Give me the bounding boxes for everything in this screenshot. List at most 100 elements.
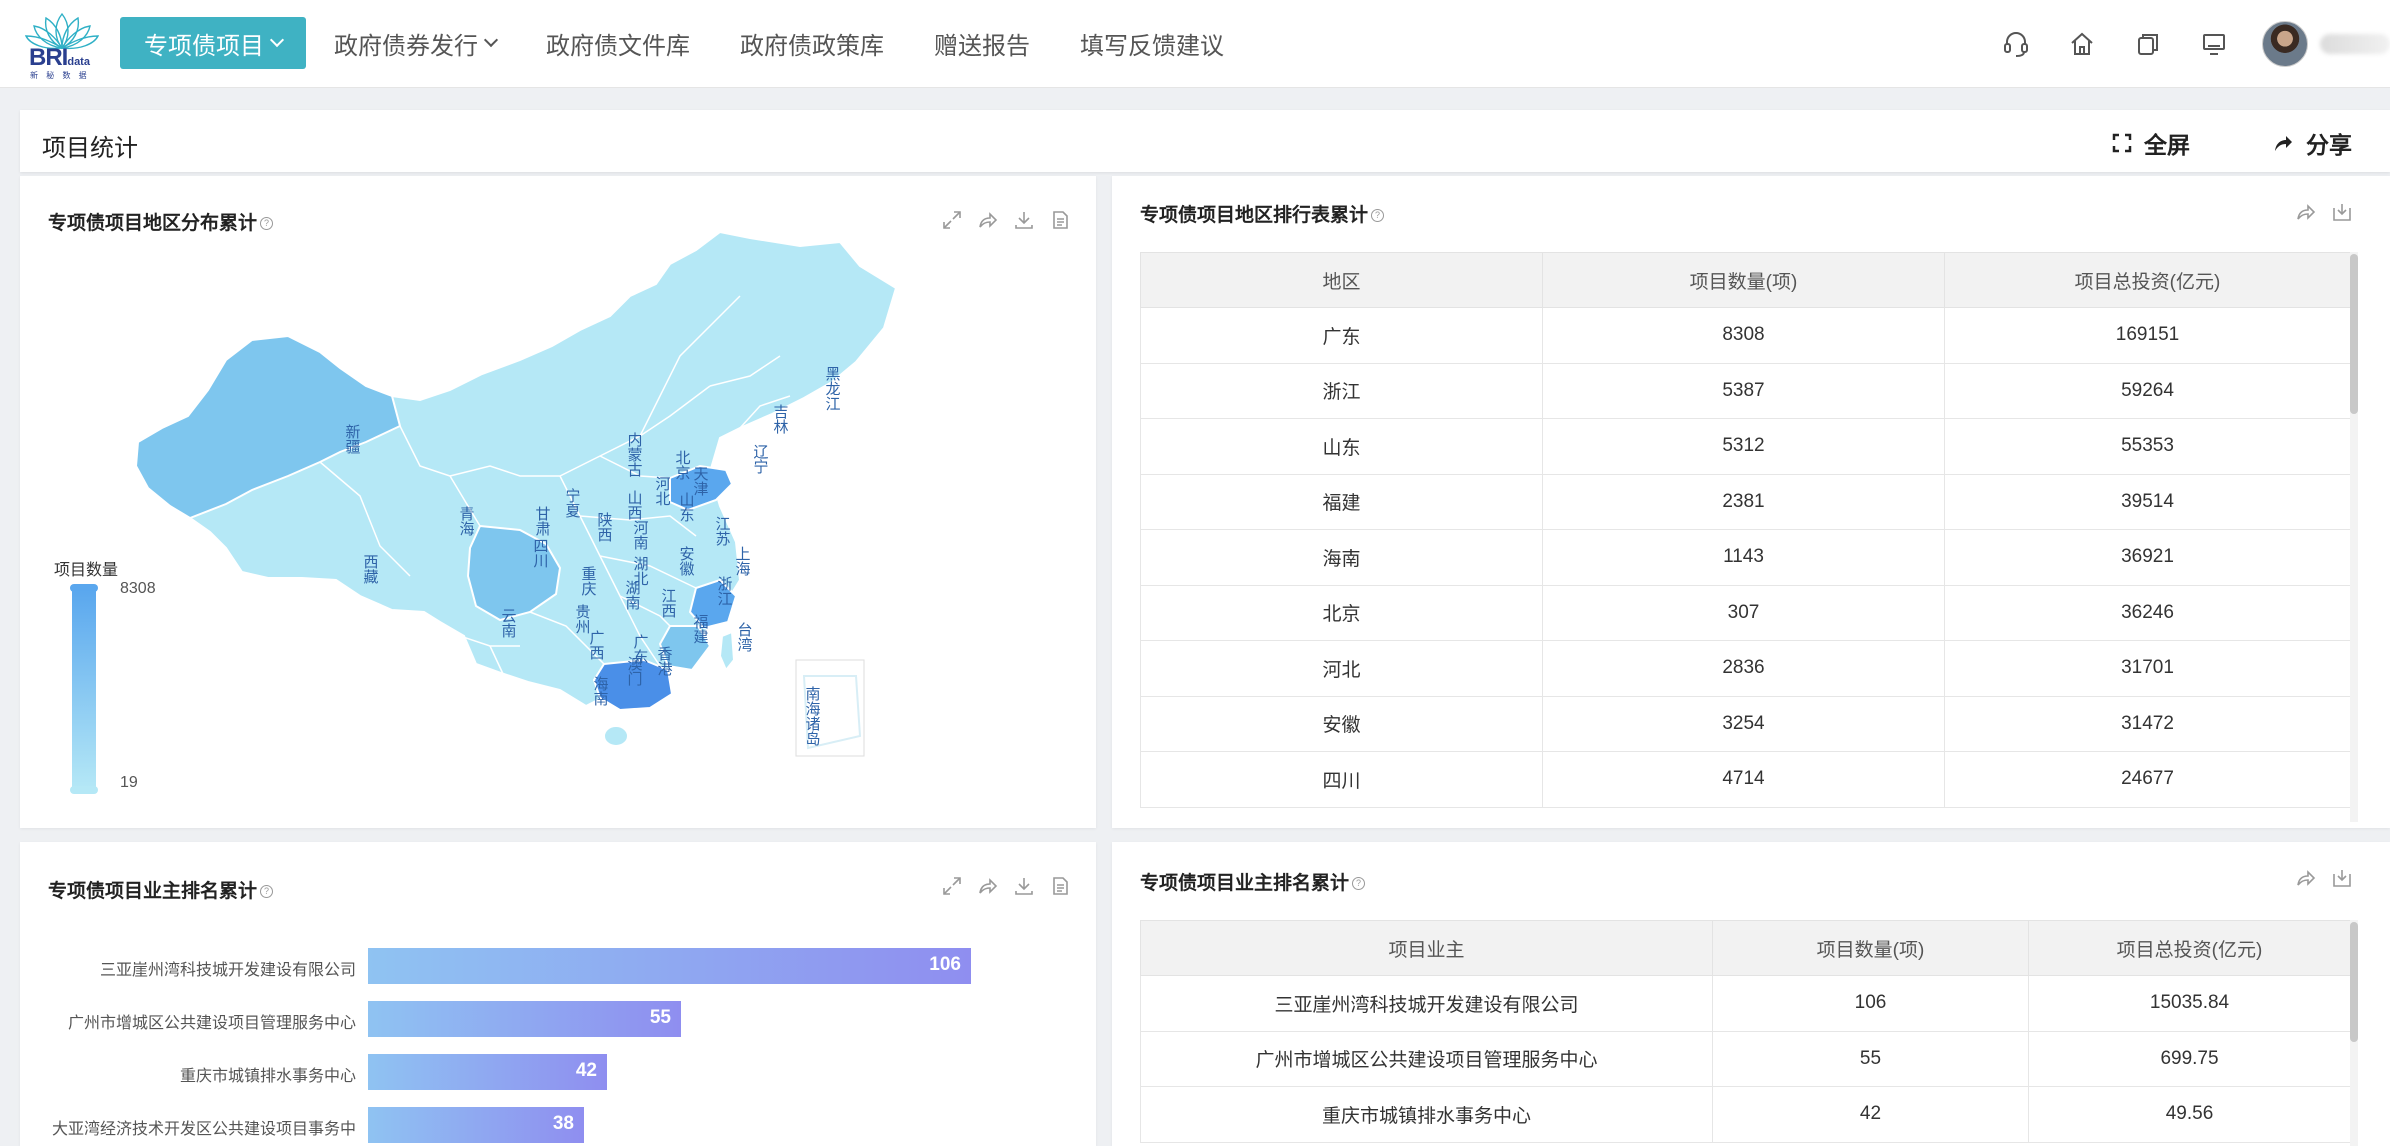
column-header-total-investment[interactable]: 项目总投资(亿元) — [1944, 252, 2351, 308]
export-icon[interactable] — [2332, 868, 2352, 888]
owner-scrollbar-thumb[interactable] — [2350, 922, 2358, 1042]
share-icon[interactable] — [2296, 868, 2316, 888]
province-label[interactable]: 上海 — [734, 546, 751, 576]
column-header-region[interactable]: 地区 — [1140, 252, 1543, 308]
help-icon[interactable]: ? — [1371, 209, 1385, 223]
column-header-project-count[interactable]: 项目数量(项) — [1712, 920, 2029, 976]
table-row[interactable]: 山东 5312 55353 — [1140, 418, 2351, 475]
province-label[interactable]: 南海诸岛 — [804, 686, 821, 746]
table-cell: 59264 — [1944, 362, 2351, 419]
province-label[interactable]: 山东 — [678, 492, 695, 522]
share-icon[interactable] — [2296, 202, 2316, 222]
customer-service-icon[interactable] — [1998, 26, 2034, 62]
nav-gov-bond-policies[interactable]: 政府债政策库 — [740, 17, 884, 69]
table-cell: 3254 — [1542, 695, 1945, 752]
top-nav: BRIdata 新 秘 数 据 专项债项目 政府债券发行 政府债文件库 政府债政… — [0, 0, 2390, 88]
column-header-total-investment[interactable]: 项目总投资(亿元) — [2028, 920, 2351, 976]
export-icon[interactable] — [2332, 202, 2352, 222]
logo-small-text: data — [67, 56, 90, 68]
table-row[interactable]: 广东 8308 169151 — [1140, 307, 2351, 364]
province-label[interactable]: 江苏 — [714, 516, 731, 547]
province-label[interactable]: 吉林 — [772, 404, 789, 434]
owner-tools — [2280, 868, 2352, 888]
legend-max-value: 8308 — [120, 580, 156, 597]
rank-scrollbar-thumb[interactable] — [2350, 254, 2358, 414]
province-label[interactable]: 辽宁 — [752, 444, 769, 474]
province-label[interactable]: 山西 — [626, 490, 643, 520]
table-row[interactable]: 河北 2836 31701 — [1140, 640, 2351, 697]
nav-gift-reports[interactable]: 赠送报告 — [934, 17, 1030, 69]
legend-min-handle[interactable] — [70, 786, 98, 794]
province-label[interactable]: 西藏 — [362, 554, 379, 585]
bar-mark[interactable]: 42 — [368, 1054, 607, 1090]
table-cell: 4714 — [1542, 751, 1945, 808]
province-label[interactable]: 云南 — [500, 608, 517, 638]
data-view-icon[interactable] — [1050, 876, 1070, 896]
map-region-hainan[interactable] — [603, 725, 629, 747]
bar-category-label: 重庆市城镇排水事务中心 — [179, 1068, 356, 1085]
province-label[interactable]: 澳门 — [626, 656, 643, 687]
province-label[interactable]: 浙江 — [716, 576, 733, 606]
owner-panel-title: 专项债项目业主排名累计? — [1140, 868, 1366, 895]
nav-gov-bond-documents[interactable]: 政府债文件库 — [546, 17, 690, 69]
province-label[interactable]: 广西 — [588, 630, 605, 660]
avatar[interactable] — [2262, 21, 2308, 67]
table-row[interactable]: 广州市增城区公共建设项目管理服务中心 55 699.75 — [1140, 1030, 2351, 1087]
province-label[interactable]: 台湾 — [736, 622, 753, 652]
nav-gov-bond-issuance[interactable]: 政府债券发行 — [334, 17, 499, 69]
table-cell: 三亚崖州湾科技城开发建设有限公司 — [1140, 975, 1713, 1032]
owner-bar-panel: 专项债项目业主排名累计? 三亚崖州湾科技城开发建设有限公司 106 广州市增城区公共… — [20, 842, 1096, 1146]
share-icon[interactable] — [978, 876, 998, 896]
province-label[interactable]: 新疆 — [344, 424, 361, 454]
province-label[interactable]: 青海 — [458, 506, 475, 536]
table-row[interactable]: 浙江 5387 59264 — [1140, 362, 2351, 419]
desktop-icon[interactable] — [2196, 26, 2232, 62]
table-row[interactable]: 四川 4714 24677 — [1140, 751, 2351, 808]
province-label[interactable]: 河北 — [654, 476, 671, 506]
help-icon[interactable]: ? — [260, 885, 274, 899]
province-label[interactable]: 内蒙古 — [626, 432, 643, 477]
share-button[interactable]: 分享 — [2272, 126, 2352, 160]
username-blurred[interactable] — [2320, 34, 2390, 54]
column-header-owner[interactable]: 项目业主 — [1140, 920, 1713, 976]
expand-icon[interactable] — [942, 876, 962, 896]
table-row[interactable]: 三亚崖州湾科技城开发建设有限公司 106 15035.84 — [1140, 975, 2351, 1032]
map-region-taiwan[interactable] — [718, 630, 736, 672]
table-cell: 广东 — [1140, 307, 1543, 364]
province-label[interactable]: 四川 — [532, 538, 549, 568]
province-label[interactable]: 重庆 — [580, 566, 597, 596]
column-header-project-count[interactable]: 项目数量(项) — [1542, 252, 1945, 308]
province-label[interactable]: 黑龙江 — [824, 366, 841, 411]
help-icon[interactable]: ? — [1352, 877, 1366, 891]
home-icon[interactable] — [2064, 26, 2100, 62]
region-rank-table: 地区 项目数量(项) 项目总投资(亿元) 广东 8308 169151 浙江 5387 5… — [1140, 252, 2351, 808]
province-label[interactable]: 北京 — [674, 450, 691, 481]
province-label[interactable]: 海南 — [592, 676, 609, 706]
windows-copy-icon[interactable] — [2130, 26, 2166, 62]
province-label[interactable]: 香港 — [656, 646, 673, 676]
province-label[interactable]: 湖南 — [624, 580, 641, 610]
province-label[interactable]: 江西 — [660, 588, 677, 618]
province-label[interactable]: 陕西 — [596, 512, 613, 542]
province-label[interactable]: 甘肃 — [534, 506, 551, 536]
table-row[interactable]: 海南 1143 36921 — [1140, 529, 2351, 586]
province-label[interactable]: 河南 — [632, 520, 649, 550]
table-header-row: 地区 项目数量(项) 项目总投资(亿元) — [1140, 252, 2351, 308]
bar-mark[interactable]: 38 — [368, 1107, 584, 1143]
download-icon[interactable] — [1014, 876, 1034, 896]
legend-min-value: 19 — [120, 774, 138, 791]
table-row[interactable]: 安徽 3254 31472 — [1140, 695, 2351, 752]
table-cell: 福建 — [1140, 473, 1543, 530]
bar-mark[interactable]: 55 — [368, 1001, 681, 1037]
bar-mark[interactable]: 106 — [368, 948, 971, 984]
logo[interactable]: BRIdata 新 秘 数 据 — [24, 10, 100, 80]
nav-feedback[interactable]: 填写反馈建议 — [1080, 17, 1224, 69]
table-row[interactable]: 北京 307 36246 — [1140, 584, 2351, 641]
fullscreen-button[interactable]: 全屏 — [2112, 126, 2190, 160]
table-row[interactable]: 重庆市城镇排水事务中心 42 49.56 — [1140, 1086, 2351, 1143]
province-label[interactable]: 福建 — [692, 614, 709, 644]
table-row[interactable]: 福建 2381 39514 — [1140, 473, 2351, 530]
province-label[interactable]: 安徽 — [678, 546, 695, 576]
nav-special-bond-projects[interactable]: 专项债项目 — [120, 17, 306, 69]
province-label[interactable]: 宁夏 — [564, 488, 581, 518]
